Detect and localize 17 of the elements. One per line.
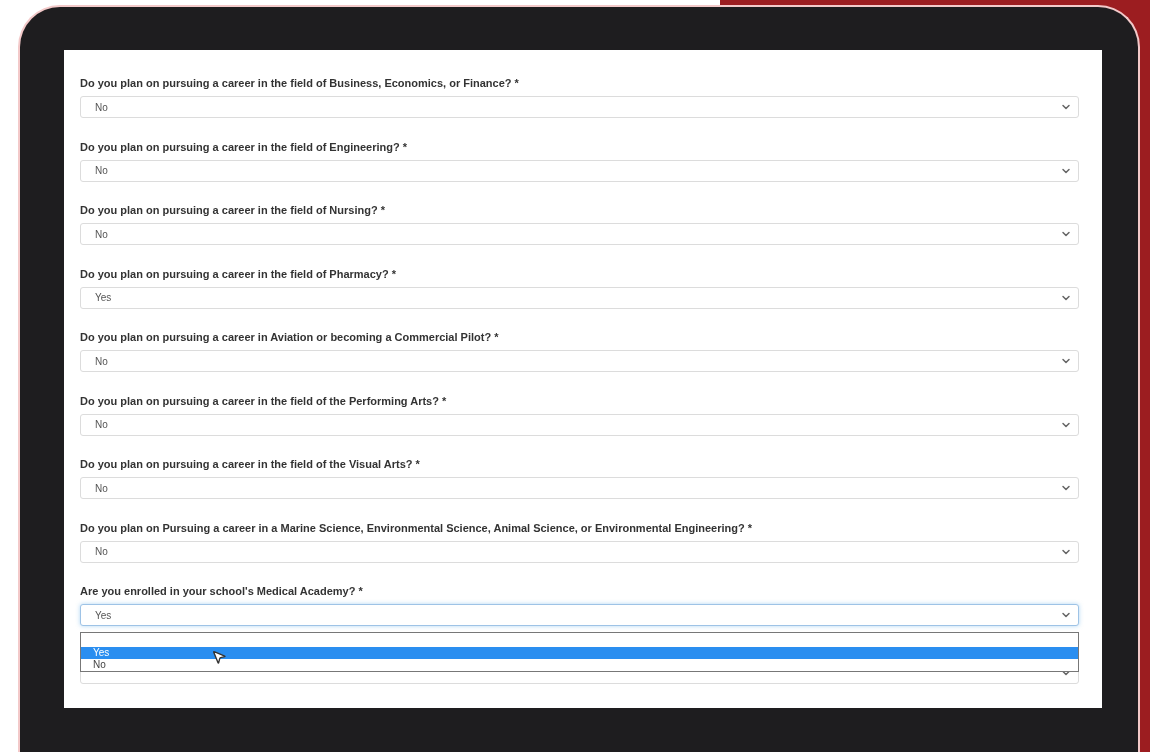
select-field[interactable]: No [80, 159, 1079, 182]
question-label: Are you enrolled in your school's Medical Academy? * [80, 584, 364, 599]
select-field[interactable]: No [80, 350, 1079, 372]
question-label: Do you plan on pursuing a career in the field of Pharmacy? * [80, 266, 397, 282]
question-label: Do you plan on pursuing a career in the field of Nursing? * [80, 203, 386, 218]
select-field[interactable]: No [80, 96, 1079, 118]
question-label: Do you plan on pursuing a career in the field of the Visual Arts? * [80, 457, 421, 472]
question-label: Do you plan on pursuing a career in the field of Business, Economics, or Finance? * [80, 76, 520, 91]
question-label: Do you plan on pursuing a career in Aviation or becoming a Commercial Pilot? * [80, 330, 500, 345]
select-field[interactable]: No [80, 540, 1079, 563]
select-field[interactable]: No [80, 477, 1079, 499]
question-label: Do you plan on pursuing a career in the field of Engineering? * [80, 139, 408, 155]
select-field[interactable]: No [80, 223, 1079, 245]
question-label: Do you plan on pursuing a career in the field of the Performing Arts? * [80, 393, 448, 409]
select-field[interactable]: Yes [80, 286, 1079, 309]
select-field[interactable]: No [80, 413, 1079, 436]
question-label: Do you plan on Pursuing a career in a Marine Science, Environmental Science, Animal Science, or Environmental Engineering? * [80, 520, 753, 536]
